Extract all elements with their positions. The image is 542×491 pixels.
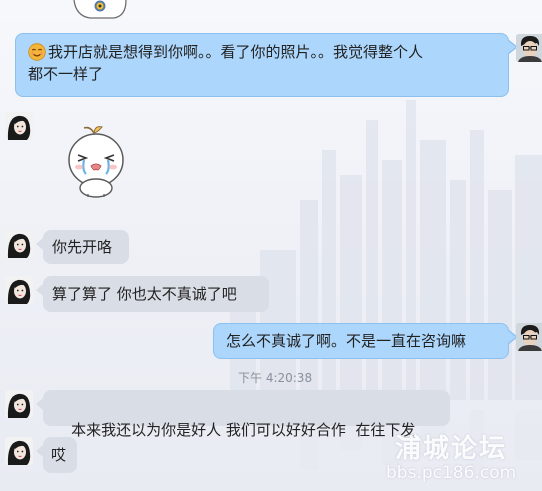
contact-avatar[interactable] (5, 437, 33, 465)
my-avatar[interactable] (516, 34, 542, 62)
message-text: 哎 (51, 446, 67, 464)
contact-avatar[interactable] (5, 276, 33, 304)
message-text: 你先开咯 (52, 238, 113, 256)
message-text: 我开店就是想得到你啊。。看了你的照片。。我觉得整个人 (48, 43, 424, 61)
contact-avatar[interactable] (5, 390, 33, 418)
bubble-tail (36, 398, 43, 410)
my-message-bubble[interactable]: 怎么不真诚了啊。不是一直在咨询嘛 (213, 323, 509, 359)
contact-message-bubble[interactable]: 你先开咯 (43, 230, 129, 264)
my-avatar[interactable] (516, 323, 542, 351)
contact-avatar[interactable] (5, 230, 33, 258)
bubble-tail (36, 238, 43, 250)
message-text: 都不一样了 (28, 65, 104, 83)
partial-sticker-top (73, 0, 127, 19)
watermark-url: bbs.pc186.com (386, 463, 517, 483)
bubble-tail (36, 445, 43, 457)
contact-message-bubble[interactable]: 算了算了 你也太不真诚了吧 (43, 276, 269, 312)
smiley-emoji-icon (28, 43, 46, 61)
contact-avatar[interactable] (5, 112, 33, 140)
bubble-tail (508, 331, 516, 343)
chat-window: 我开店就是想得到你啊。。看了你的照片。。我觉得整个人 都不一样了 你先开咯 算了… (0, 0, 542, 491)
contact-message-bubble[interactable]: 本来我还以为你是好人 我们可以好好合作 在往下发 (43, 390, 450, 439)
message-text: 本来我还以为你是好人 我们可以好好合作 在往下发 (71, 421, 416, 439)
contact-message-bubble[interactable]: 哎 (43, 437, 77, 473)
message-text: 怎么不真诚了啊。不是一直在咨询嘛 (226, 332, 467, 350)
crying-bun-sticker[interactable] (62, 124, 130, 198)
message-text: 算了算了 你也太不真诚了吧 (52, 285, 237, 303)
bubble-tail (508, 41, 516, 53)
bubble-tail (36, 284, 43, 296)
my-message-bubble[interactable]: 我开店就是想得到你啊。。看了你的照片。。我觉得整个人 都不一样了 (15, 33, 509, 97)
watermark-title: 浦城论坛 (395, 434, 508, 464)
message-timestamp: 下午 4:20:38 (238, 371, 313, 385)
